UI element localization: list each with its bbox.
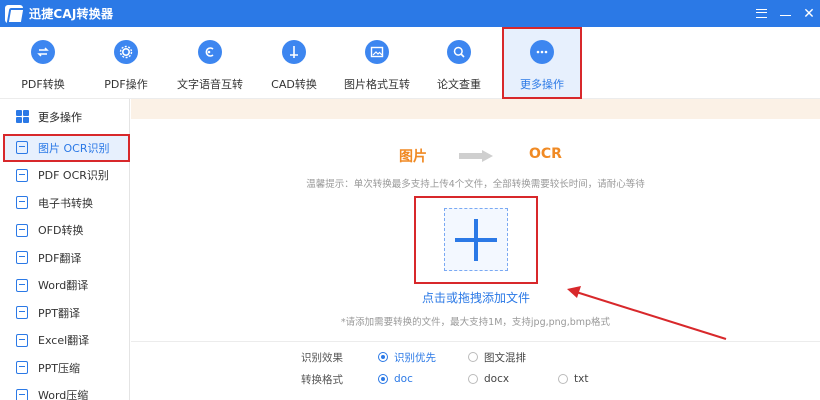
- hamburger-icon: [755, 9, 767, 18]
- sidebar-item-label: PPT翻译: [38, 306, 80, 320]
- gear-icon: [114, 40, 138, 64]
- app-logo-icon: [5, 4, 23, 23]
- upload-highlight: [414, 196, 538, 284]
- sidebar-item-label: PDF翻译: [38, 251, 82, 265]
- scan-icon: [16, 141, 28, 155]
- sidebar-item-ofd[interactable]: OFD转换: [0, 217, 129, 245]
- close-icon: ✕: [803, 5, 815, 22]
- title-bar: 迅捷CAJ转换器 ✕: [0, 0, 820, 27]
- window-controls: ✕: [748, 0, 820, 27]
- format-hint: *请添加需要转换的文件，最大支持1M，支持jpg,png,bmp格式: [340, 317, 611, 328]
- sidebar-item-excel-translate[interactable]: Excel翻译: [0, 327, 129, 355]
- tool-label: CAD转换: [271, 78, 317, 91]
- radio-format-docx[interactable]: docx: [468, 373, 558, 385]
- sidebar-header: 更多操作: [0, 99, 129, 134]
- upload-dropzone[interactable]: [444, 208, 508, 271]
- sidebar-header-label: 更多操作: [38, 110, 82, 124]
- tool-label: PDF转换: [21, 78, 65, 91]
- tool-pdf-ops[interactable]: PDF操作: [86, 27, 166, 99]
- ebook-icon: [16, 196, 28, 210]
- tool-cad[interactable]: CAD转换: [254, 27, 334, 99]
- radio-checked-icon: [378, 374, 388, 384]
- conversion-to: OCR: [529, 146, 562, 162]
- pdf-translate-icon: [16, 251, 28, 265]
- excel-translate-icon: [16, 333, 28, 347]
- text-speech-icon: [198, 40, 222, 64]
- image-icon: [365, 40, 389, 64]
- main-panel: 图片 OCR 温馨提示：单次转换最多支持上传4个文件，全部转换需要较长时间，请耐…: [131, 99, 820, 400]
- tool-label: PDF操作: [104, 78, 148, 91]
- tool-text-speech[interactable]: 文字语音互转: [170, 27, 250, 99]
- sidebar-item-word-compress[interactable]: Word压缩: [0, 382, 129, 400]
- sidebar-item-ebook[interactable]: 电子书转换: [0, 189, 129, 217]
- sidebar-item-label: Excel翻译: [38, 334, 90, 348]
- radio-label: docx: [484, 373, 510, 385]
- radio-format-txt[interactable]: txt: [558, 373, 588, 385]
- menu-button[interactable]: [750, 0, 772, 27]
- radio-label: txt: [574, 373, 589, 385]
- conversion-header: 图片 OCR: [131, 146, 820, 166]
- sidebar-item-label: 图片 OCR识别: [38, 141, 110, 155]
- tool-more-ops[interactable]: 更多操作: [502, 27, 582, 99]
- tool-label: 论文查重: [437, 78, 481, 91]
- pdf-icon: [16, 168, 28, 182]
- annotation-arrow-icon: [567, 286, 727, 340]
- word-translate-icon: [16, 278, 28, 292]
- word-compress-icon: [16, 388, 28, 400]
- ppt-compress-icon: [16, 361, 28, 375]
- radio-effect-mixed[interactable]: 图文混排: [468, 350, 526, 365]
- pdf-convert-icon: [31, 40, 55, 64]
- effect-label: 识别效果: [301, 351, 343, 364]
- sidebar-item-label: PPT压缩: [38, 361, 80, 375]
- ppt-translate-icon: [16, 306, 28, 320]
- tool-pdf-convert[interactable]: PDF转换: [3, 27, 83, 99]
- tool-label: 图片格式互转: [344, 78, 410, 91]
- main-toolbar: PDF转换 PDF操作 文字语音互转 CAD转换 图片格式互转 论文查重 更多操…: [0, 27, 820, 99]
- tool-paper-check[interactable]: 论文查重: [419, 27, 499, 99]
- more-dots-icon: [530, 40, 554, 64]
- upload-tip: 温馨提示：单次转换最多支持上传4个文件，全部转换需要较长时间，请耐心等待: [306, 179, 645, 190]
- sidebar-item-label: Word压缩: [38, 389, 89, 400]
- plus-icon: [455, 218, 497, 261]
- close-button[interactable]: ✕: [798, 0, 820, 27]
- format-option-row: 转换格式 doc docx txt: [301, 370, 588, 388]
- radio-format-doc[interactable]: doc: [378, 373, 468, 385]
- sidebar-item-image-ocr[interactable]: 图片 OCR识别: [3, 134, 130, 162]
- minimize-icon: [779, 15, 791, 16]
- app-title: 迅捷CAJ转换器: [29, 7, 114, 21]
- sidebar-item-pdf-ocr[interactable]: PDF OCR识别: [0, 162, 129, 190]
- radio-unchecked-icon: [468, 374, 478, 384]
- sidebar-item-label: OFD转换: [38, 224, 84, 238]
- grid-icon: [16, 110, 29, 123]
- tool-label: 更多操作: [520, 78, 564, 91]
- minimize-button[interactable]: [774, 0, 796, 27]
- format-label: 转换格式: [301, 373, 343, 386]
- tool-label: 文字语音互转: [177, 78, 243, 91]
- radio-effect-recognition[interactable]: 识别优先: [378, 350, 468, 365]
- tool-image-format[interactable]: 图片格式互转: [337, 27, 417, 99]
- radio-unchecked-icon: [558, 374, 568, 384]
- sidebar-item-label: 电子书转换: [38, 196, 93, 210]
- ofd-icon: [16, 223, 28, 237]
- radio-unchecked-icon: [468, 352, 478, 362]
- radio-label: 图文混排: [484, 351, 526, 364]
- sidebar-item-label: Word翻译: [38, 279, 89, 293]
- arrow-right-icon: [459, 150, 493, 162]
- cad-icon: [282, 40, 306, 64]
- sidebar-item-ppt-compress[interactable]: PPT压缩: [0, 354, 129, 382]
- radio-label: 识别优先: [394, 351, 436, 364]
- conversion-from: 图片: [399, 149, 427, 165]
- sidebar-item-ppt-translate[interactable]: PPT翻译: [0, 299, 129, 327]
- paper-check-icon: [447, 40, 471, 64]
- sidebar-item-pdf-translate[interactable]: PDF翻译: [0, 244, 129, 272]
- header-band: [131, 99, 820, 119]
- effect-option-row: 识别效果 识别优先 图文混排: [301, 348, 526, 366]
- radio-checked-icon: [378, 352, 388, 362]
- sidebar-item-label: PDF OCR识别: [38, 169, 109, 183]
- sidebar: 更多操作 图片 OCR识别 PDF OCR识别 电子书转换 OFD转换 PDF翻…: [0, 99, 130, 400]
- sidebar-item-word-translate[interactable]: Word翻译: [0, 272, 129, 300]
- radio-label: doc: [394, 373, 413, 385]
- divider: [131, 341, 820, 342]
